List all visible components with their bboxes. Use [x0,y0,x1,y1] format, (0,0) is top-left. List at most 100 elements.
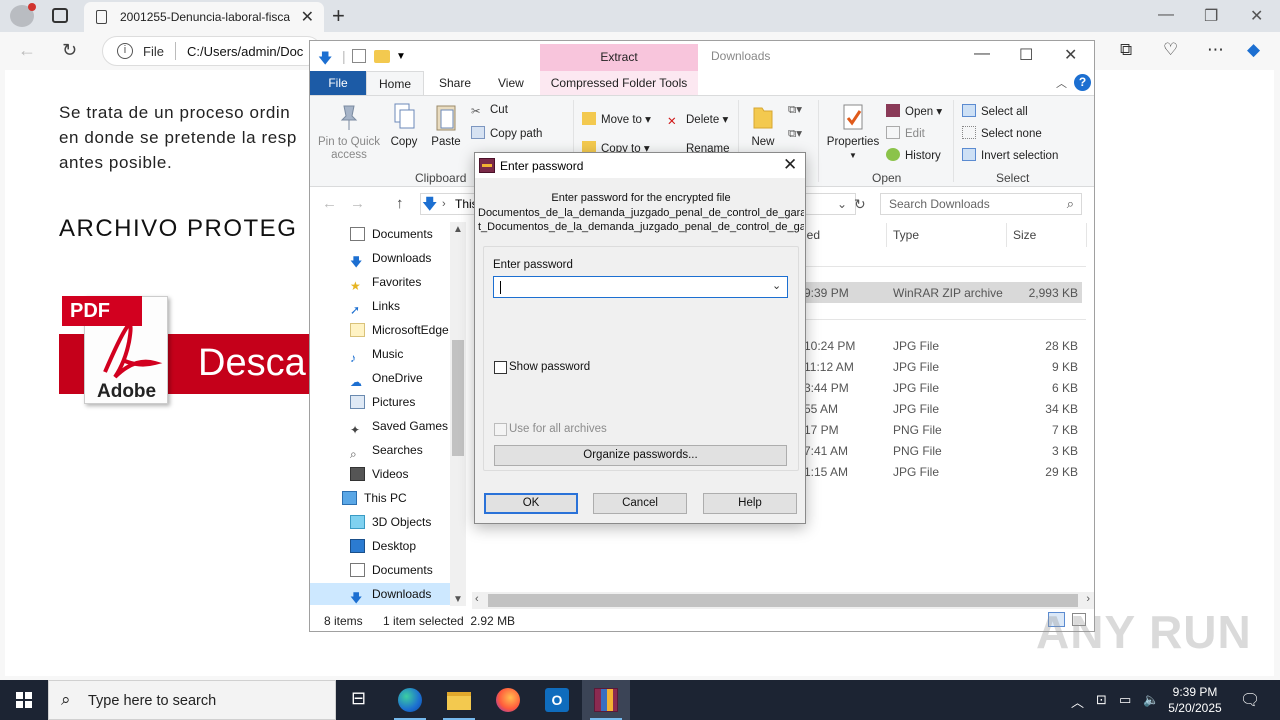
volume-icon[interactable]: 🔈 [1143,692,1159,708]
outlook-taskbar-button[interactable]: O [533,680,581,720]
path-dropdown-icon[interactable]: ⌄ [837,197,847,211]
use-for-all-archives-checkbox[interactable] [494,423,507,436]
tab-view[interactable]: View [498,76,524,90]
new-item-button[interactable]: ⧉▾ [788,102,802,117]
file-row[interactable]: 17 PM PNG File 7 KB [802,419,1082,440]
help-icon[interactable]: ? [1074,74,1091,91]
cut-button[interactable]: ✂ Cut [471,104,508,118]
nav-scrollbar-thumb[interactable] [452,340,464,456]
file-explorer-taskbar-button[interactable] [435,680,483,720]
select-none-button[interactable]: Select none [962,126,1042,140]
split-screen-icon[interactable]: ⧉ [1120,40,1132,60]
notifications-icon[interactable]: 🗨 [1240,690,1260,710]
path-chevron-icon[interactable]: › [442,198,446,210]
easy-access-button[interactable]: ⧉▾ [788,126,802,141]
quick-access-down-icon[interactable]: 🡇 [318,48,332,72]
show-hidden-icons-icon[interactable]: ︿ [1071,692,1084,711]
back-arrow-icon[interactable]: ← [322,195,337,212]
close-window-icon[interactable]: ✕ [1250,6,1263,26]
copy-button[interactable]: Copy [386,96,422,149]
scroll-right-icon[interactable]: › [1086,593,1090,605]
password-input[interactable]: ⌄ [493,276,788,298]
show-password-label[interactable]: Show password [509,361,590,373]
address-bar[interactable]: i File C:/Users/admin/Doc [102,36,322,66]
invert-selection-button[interactable]: Invert selection [962,148,1058,162]
dialog-close-icon[interactable]: ✕ [783,155,797,175]
tab-actions-icon[interactable] [52,8,68,23]
tab-share[interactable]: Share [439,76,471,90]
file-row[interactable]: 3:44 PM JPG File 6 KB [802,377,1082,398]
network-icon[interactable]: ▭ [1119,692,1131,708]
scroll-down-icon[interactable]: ▼ [453,594,463,605]
horizontal-scrollbar[interactable]: ‹ › [472,592,1094,609]
enter-password-dialog[interactable]: Enter password ✕ Enter password for the … [474,152,806,524]
file-row[interactable]: 7:41 AM PNG File 3 KB [802,440,1082,461]
paste-button[interactable]: Paste [428,96,464,149]
back-icon[interactable]: ← [18,40,36,61]
open-button[interactable]: Open ▾ [886,104,942,118]
file-row[interactable]: 1:15 AM JPG File 29 KB [802,461,1082,482]
info-icon[interactable]: i [117,43,133,59]
maximize-icon[interactable]: ☐ [1019,45,1033,65]
extract-context-tab[interactable]: Extract [540,44,698,71]
minimize-icon[interactable]: — [1158,6,1174,24]
up-arrow-icon[interactable]: ↑ [396,195,404,212]
move-to-button[interactable]: Move to ▾ [582,112,651,126]
organize-passwords-button[interactable]: Organize passwords... [494,445,787,466]
select-all-button[interactable]: Select all [962,104,1028,118]
search-downloads-input[interactable]: Search Downloads ⌕ [880,193,1082,215]
nav-item-downloads-pc[interactable]: 🡇 Downloads [310,583,450,605]
copilot-icon[interactable]: ◆ [1247,40,1260,60]
edit-button[interactable]: Edit [886,126,925,140]
column-date-modified[interactable]: ied [804,228,820,242]
refresh-icon[interactable]: ↻ [62,40,77,61]
show-password-checkbox[interactable] [494,361,507,374]
new-folder-button[interactable]: New [747,96,779,149]
column-size[interactable]: Size [1013,228,1036,242]
task-view-button[interactable]: ⊟ [336,680,384,720]
folder-icon[interactable] [374,50,390,63]
properties-check-icon[interactable] [352,49,366,63]
close-icon[interactable]: ✕ [1064,45,1077,65]
more-menu-icon[interactable]: ⋯ [1207,40,1224,60]
close-tab-icon[interactable]: ✕ [301,7,314,27]
windows-start-icon[interactable] [16,692,32,708]
clock[interactable]: 9:39 PM 5/20/2025 [1158,684,1232,716]
file-row[interactable]: 11:12 AM JPG File 9 KB [802,356,1082,377]
minimize-icon[interactable]: — [974,45,990,63]
collapse-ribbon-icon[interactable]: ︿ [1056,75,1067,91]
chevron-down-icon[interactable]: ⌄ [772,279,781,292]
firefox-taskbar-button[interactable] [484,680,532,720]
scroll-up-icon[interactable]: ▲ [453,224,463,235]
file-row[interactable]: 55 AM JPG File 34 KB [802,398,1082,419]
device-icon[interactable]: ⊡ [1096,692,1107,708]
refresh-icon[interactable]: ↻ [854,196,866,213]
cancel-button[interactable]: Cancel [593,493,687,514]
edge-taskbar-button[interactable] [386,680,434,720]
file-row[interactable]: 10:24 PM JPG File 28 KB [802,335,1082,356]
tab-home[interactable]: Home [366,71,424,96]
scroll-left-icon[interactable]: ‹ [475,593,479,605]
history-button[interactable]: History [886,148,941,162]
new-tab-icon[interactable]: + [332,3,345,29]
forward-arrow-icon[interactable]: → [350,195,365,212]
qat-dropdown-icon[interactable]: ▼ [396,51,406,62]
restore-icon[interactable]: ❐ [1204,6,1218,26]
profile-avatar[interactable] [10,3,36,27]
help-button[interactable]: Help [703,493,797,514]
tab-file[interactable]: File [310,71,366,95]
pin-quick-access-button[interactable]: Pin to Quick access [316,96,382,162]
horizontal-scrollbar-thumb[interactable] [488,594,1078,607]
column-type[interactable]: Type [893,228,919,242]
delete-button[interactable]: ✕ Delete ▾ [667,112,728,128]
ok-button[interactable]: OK [484,493,578,514]
explorer-titlebar: 🡇 | ▼ Extract Downloads — ☐ ✕ [310,41,1094,71]
extensions-icon[interactable]: ♡ [1163,40,1178,60]
browser-tab[interactable]: 2001255-Denuncia-laboral-fiscal- ✕ [84,2,324,32]
winrar-taskbar-button[interactable] [582,680,630,720]
file-row[interactable]: 9:39 PM WinRAR ZIP archive 2,993 KB [802,282,1082,303]
taskbar-search-box[interactable]: ⌕ Type here to search [48,680,336,720]
properties-button[interactable]: Properties ▼ [824,96,882,162]
copy-path-button[interactable]: Copy path [471,126,542,140]
tab-compressed-folder-tools[interactable]: Compressed Folder Tools [540,71,698,95]
